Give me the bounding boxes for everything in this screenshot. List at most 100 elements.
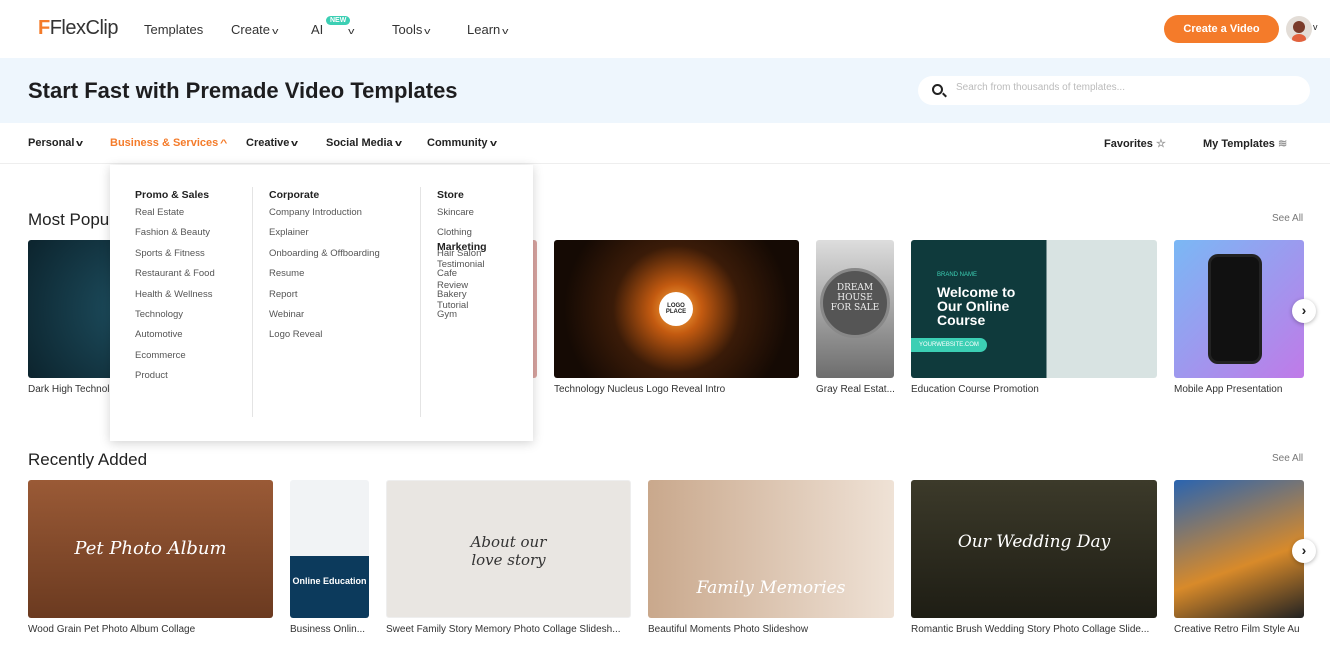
chevron-down-icon[interactable]: v [1313, 22, 1318, 32]
flexclip-logo[interactable]: FFlexClip [38, 17, 118, 40]
nav-learn[interactable]: Learn v [467, 22, 509, 37]
thumb-text: Welcome to Our Online Course [937, 284, 1016, 328]
search-icon[interactable] [932, 84, 943, 95]
column-title: Promo & Sales [135, 189, 210, 201]
category-personal[interactable]: Personal v [28, 137, 84, 149]
thumb-text: Online Education [292, 576, 367, 586]
dropdown-item[interactable]: Real Estate [135, 207, 215, 227]
chevron-down-icon: v [291, 138, 299, 148]
template-caption[interactable]: Mobile App Presentation [1174, 384, 1304, 395]
chevron-down-icon: v [489, 138, 497, 148]
dropdown-item[interactable]: Company Introduction [269, 207, 380, 227]
category-community[interactable]: Community v [427, 137, 497, 149]
category-label: Business & Services [110, 137, 219, 149]
dropdown-item[interactable]: Product [135, 370, 215, 390]
dropdown-item[interactable]: Health & Wellness [135, 289, 215, 309]
nav-label: Templates [144, 22, 204, 37]
template-card[interactable]: Family Memories [648, 480, 894, 618]
category-creative[interactable]: Creative v [246, 137, 299, 149]
next-arrow-icon[interactable]: › [1292, 299, 1316, 323]
template-caption[interactable]: Gray Real Estat... [816, 384, 896, 395]
category-label: Community [427, 137, 488, 149]
nav-templates[interactable]: Templates [144, 22, 203, 37]
favorites-link[interactable]: Favorites ☆ [1104, 137, 1166, 150]
thumb-text: YOURWEBSITE.COM [911, 338, 987, 352]
create-video-button[interactable]: Create a Video [1164, 15, 1279, 43]
dropdown-item[interactable]: Technology [135, 309, 215, 329]
divider [420, 187, 421, 417]
favorites-label: Favorites [1104, 138, 1153, 150]
layers-icon: ≋ [1278, 138, 1288, 150]
thumb-text: Pet Photo Album [74, 538, 227, 559]
store-column: Store Skincare Clothing Hair Salon Cafe Baker… [437, 189, 487, 320]
template-card[interactable]: About our love story [386, 480, 631, 618]
nav-label: Tools [392, 22, 423, 37]
dropdown-item[interactable]: Sports & Fitness [135, 248, 215, 268]
dropdown-item[interactable]: Skincare [437, 207, 487, 227]
see-all-recent[interactable]: See All [1272, 453, 1303, 464]
category-business-services[interactable]: Business & Services ^ [110, 137, 228, 149]
template-card[interactable]: BRAND NAME Welcome to Our Online Course … [911, 240, 1157, 378]
new-badge: NEW [326, 16, 351, 25]
template-card[interactable] [1174, 240, 1304, 378]
my-templates-link[interactable]: My Templates ≋ [1203, 137, 1287, 150]
template-card[interactable]: Our Wedding Day [911, 480, 1157, 618]
dropdown-item[interactable]: Fashion & Beauty [135, 227, 215, 247]
template-caption[interactable]: Education Course Promotion [911, 384, 1157, 395]
template-card[interactable]: LOGO PLACE [554, 240, 799, 378]
dropdown-item[interactable]: Automotive [135, 329, 215, 349]
next-arrow-icon[interactable]: › [1292, 539, 1316, 563]
dropdown-item[interactable]: Logo Reveal [269, 329, 380, 349]
chevron-up-icon: ^ [220, 138, 228, 148]
dropdown-item[interactable]: Onboarding & Offboarding [269, 248, 380, 268]
section-title-recent: Recently Added [28, 450, 148, 469]
chevron-down-icon: v [502, 26, 509, 36]
template-card[interactable] [1174, 480, 1304, 618]
thumb-text: BRAND NAME [937, 272, 978, 278]
template-caption[interactable]: Business Onlin... [290, 624, 370, 635]
dropdown-item[interactable]: Webinar [269, 309, 380, 329]
chevron-down-icon: v [76, 138, 84, 148]
column-title: Store [437, 189, 464, 201]
dropdown-item[interactable]: Report [269, 289, 380, 309]
column-title: Marketing [437, 241, 487, 254]
column-title: Corporate [269, 189, 320, 201]
dropdown-item[interactable]: Explainer [269, 227, 380, 247]
template-caption[interactable]: Technology Nucleus Logo Reveal Intro [554, 384, 799, 395]
nav-tools[interactable]: Tools v [392, 22, 431, 37]
search-input[interactable] [956, 82, 1286, 93]
thumb-text: Family Memories [696, 578, 846, 598]
my-templates-label: My Templates [1203, 138, 1275, 150]
chevron-down-icon: v [394, 138, 402, 148]
avatar[interactable] [1286, 16, 1312, 42]
star-icon: ☆ [1155, 138, 1166, 150]
template-card[interactable]: Online Education [290, 480, 369, 618]
template-card[interactable]: Pet Photo Album [28, 480, 273, 618]
promo-column: Promo & Sales Real Estate Fashion & Beauty… [135, 189, 215, 381]
chevron-down-icon: v [348, 26, 355, 36]
see-all-popular[interactable]: See All [1272, 213, 1303, 224]
thumb-text: DREAM HOUSE FOR SALE [820, 268, 890, 338]
dropdown-item[interactable]: Ecommerce [135, 350, 215, 370]
template-caption[interactable]: Beautiful Moments Photo Slideshow [648, 624, 894, 635]
template-caption[interactable]: Wood Grain Pet Photo Album Collage [28, 624, 273, 635]
category-label: Personal [28, 137, 75, 149]
thumb-text: LOGO PLACE [659, 292, 693, 326]
template-caption[interactable]: Sweet Family Story Memory Photo Collage … [386, 624, 631, 635]
thumb-text: About our love story [470, 533, 547, 569]
dropdown-item[interactable]: Resume [269, 268, 380, 288]
template-card[interactable]: DREAM HOUSE FOR SALE [816, 240, 894, 378]
template-caption[interactable]: Creative Retro Film Style Au [1174, 624, 1304, 635]
nav-label: Learn [467, 22, 501, 37]
nav-create[interactable]: Create v [231, 22, 278, 37]
business-services-dropdown: Promo & Sales Real Estate Fashion & Beauty… [110, 165, 533, 441]
category-label: Social Media [326, 137, 393, 149]
template-caption[interactable]: Romantic Brush Wedding Story Photo Colla… [911, 624, 1157, 635]
page-title: Start Fast with Premade Video Templates [28, 78, 458, 103]
divider [252, 187, 253, 417]
thumb-text: Our Wedding Day [957, 532, 1111, 552]
chevron-down-icon: v [424, 26, 431, 36]
dropdown-item[interactable]: Restaurant & Food [135, 268, 215, 288]
category-social-media[interactable]: Social Media v [326, 137, 402, 149]
nav-label: AI [311, 22, 324, 37]
